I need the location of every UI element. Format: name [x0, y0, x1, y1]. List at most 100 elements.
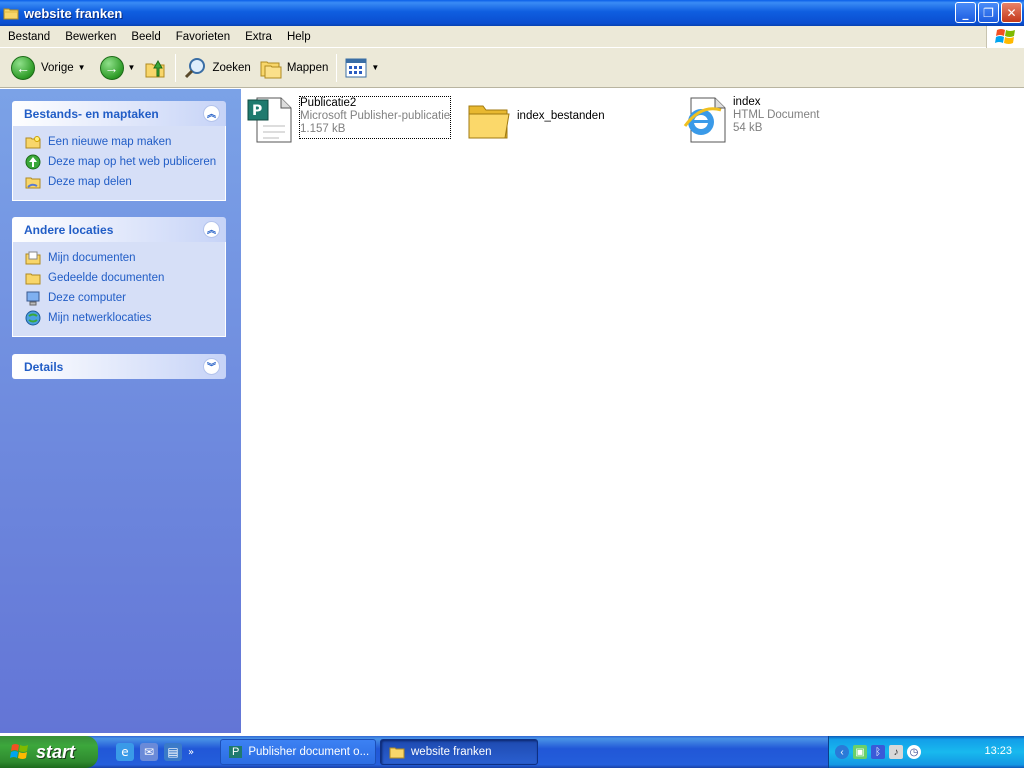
- windows-flag-icon: [10, 744, 28, 759]
- internet-explorer-icon[interactable]: e: [116, 743, 134, 761]
- menu-help[interactable]: Help: [279, 31, 318, 43]
- chevron-down-icon[interactable]: ▼: [371, 63, 379, 72]
- bluetooth-icon[interactable]: ᛒ: [871, 745, 885, 759]
- taskbar-button-explorer[interactable]: website franken: [380, 739, 538, 765]
- place-label: Deze computer: [48, 292, 126, 304]
- title-bar[interactable]: website franken _ ❐ ✕: [0, 0, 1024, 26]
- other-places-title: Andere locaties: [24, 222, 114, 237]
- file-size: 54 kB: [733, 122, 763, 134]
- menu-favorieten[interactable]: Favorieten: [168, 31, 237, 43]
- start-button[interactable]: start: [0, 736, 98, 768]
- other-places-panel: Andere locaties ︽ Mijn documenten Gedeel…: [12, 217, 226, 337]
- place-shared-documents[interactable]: Gedeelde documenten: [25, 268, 225, 288]
- taskbar-button-publisher[interactable]: P Publisher document o...: [220, 739, 376, 765]
- maximize-button[interactable]: ❐: [978, 2, 999, 23]
- toolbar-separator: [175, 53, 177, 82]
- outlook-express-icon[interactable]: ✉: [140, 743, 158, 761]
- place-my-documents[interactable]: Mijn documenten: [25, 248, 225, 268]
- collapse-chevron-icon[interactable]: ︽: [203, 221, 220, 238]
- details-header[interactable]: Details ︾: [12, 354, 226, 379]
- tray-collapse-icon[interactable]: ‹: [835, 745, 849, 759]
- toolbar: ← Vorige ▼ → ▼ Zoeken Mappen ▼: [0, 48, 1024, 88]
- my-documents-icon: [25, 250, 41, 266]
- search-icon: [185, 57, 206, 78]
- menu-extra[interactable]: Extra: [237, 31, 279, 43]
- menu-bestand[interactable]: Bestand: [0, 31, 57, 43]
- chevron-down-icon[interactable]: ▼: [78, 63, 86, 72]
- publisher-document-icon: P: [247, 97, 292, 143]
- taskbar-button-label: Publisher document o...: [248, 746, 370, 758]
- forward-button[interactable]: → ▼: [96, 51, 140, 85]
- menu-beeld[interactable]: Beeld: [123, 31, 167, 43]
- folders-icon: [260, 61, 282, 78]
- volume-icon[interactable]: ♪: [889, 745, 903, 759]
- file-name: index_bestanden: [517, 110, 605, 122]
- details-panel: Details ︾: [12, 354, 226, 379]
- file-name: Publicatie2: [300, 97, 357, 109]
- my-computer-icon: [25, 290, 41, 306]
- menu-bewerken[interactable]: Bewerken: [57, 31, 123, 43]
- windows-logo-icon: [986, 26, 1024, 48]
- folders-label: Mappen: [286, 61, 329, 74]
- place-label: Gedeelde documenten: [48, 272, 165, 284]
- shared-documents-icon: [25, 270, 41, 286]
- views-icon: [345, 58, 367, 77]
- place-label: Mijn documenten: [48, 252, 136, 264]
- place-network[interactable]: Mijn netwerklocaties: [25, 308, 225, 328]
- task-label: Deze map op het web publiceren: [48, 156, 217, 168]
- folders-button[interactable]: Mappen: [255, 51, 333, 85]
- other-places-header[interactable]: Andere locaties ︽: [12, 217, 226, 242]
- details-title: Details: [24, 359, 64, 374]
- task-label: Deze map delen: [48, 176, 132, 188]
- html-document-icon: [683, 97, 726, 143]
- up-folder-icon: [145, 59, 165, 77]
- task-publish-web[interactable]: Deze map op het web publiceren: [25, 152, 225, 172]
- clock: 13:23: [984, 745, 1012, 757]
- views-button[interactable]: ▼: [341, 51, 383, 85]
- window-title: website franken: [24, 5, 123, 21]
- task-pane: Bestands- en maptaken ︽ Een nieuwe map m…: [0, 89, 241, 733]
- file-item-publicatie2[interactable]: P Publicatie2 Microsoft Publisher-public…: [247, 96, 452, 144]
- file-tasks-header[interactable]: Bestands- en maptaken ︽: [12, 101, 226, 126]
- file-type: Microsoft Publisher-publicatie: [300, 110, 451, 122]
- up-folder-button[interactable]: [139, 51, 171, 85]
- expand-chevron-icon[interactable]: ︾: [203, 358, 220, 375]
- file-tasks-title: Bestands- en maptaken: [24, 106, 159, 121]
- publisher-app-icon: P: [229, 746, 243, 758]
- chevron-down-icon[interactable]: ▼: [128, 63, 136, 72]
- close-button[interactable]: ✕: [1001, 2, 1022, 23]
- file-list: P Publicatie2 Microsoft Publisher-public…: [241, 89, 1024, 733]
- file-item-index-bestanden[interactable]: index_bestanden: [465, 96, 605, 144]
- network-status-icon[interactable]: ▣: [853, 745, 867, 759]
- new-folder-icon: [25, 134, 41, 150]
- search-button[interactable]: Zoeken: [180, 51, 254, 85]
- place-label: Mijn netwerklocaties: [48, 312, 152, 324]
- collapse-chevron-icon[interactable]: ︽: [203, 105, 220, 122]
- file-size: 1.157 kB: [300, 123, 346, 135]
- start-label: start: [36, 741, 76, 762]
- folder-icon: [3, 8, 19, 20]
- minimize-button[interactable]: _: [955, 2, 976, 23]
- file-name: index: [733, 96, 761, 108]
- publish-web-icon: [25, 154, 41, 170]
- back-label: Vorige: [41, 61, 74, 74]
- taskbar-button-label: website franken: [411, 746, 492, 758]
- share-folder-icon: [25, 174, 41, 190]
- forward-arrow-icon: →: [99, 55, 124, 80]
- security-icon[interactable]: ◷: [907, 745, 921, 759]
- svg-text:P: P: [252, 103, 262, 119]
- back-arrow-icon: ←: [11, 55, 35, 80]
- task-new-folder[interactable]: Een nieuwe map maken: [25, 132, 225, 152]
- show-desktop-icon[interactable]: ▤: [164, 743, 182, 761]
- taskbar: start e ✉ ▤ » P Publisher document o... …: [0, 736, 1024, 768]
- quick-launch-expand-icon[interactable]: »: [188, 747, 194, 758]
- network-places-icon: [25, 310, 41, 326]
- quick-launch: e ✉ ▤ »: [116, 743, 194, 761]
- task-label: Een nieuwe map maken: [48, 136, 172, 148]
- task-share-folder[interactable]: Deze map delen: [25, 172, 225, 192]
- file-type: HTML Document: [733, 109, 820, 121]
- toolbar-separator: [336, 53, 338, 82]
- file-item-index[interactable]: index HTML Document 54 kB: [681, 96, 820, 144]
- place-my-computer[interactable]: Deze computer: [25, 288, 225, 308]
- back-button[interactable]: ← Vorige ▼: [7, 51, 90, 85]
